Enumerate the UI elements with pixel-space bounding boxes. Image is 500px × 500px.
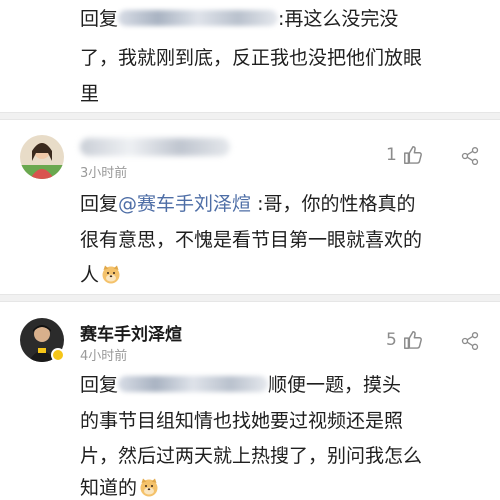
doge-emoji-icon — [102, 265, 120, 284]
comment-divider — [0, 112, 500, 120]
comment-3-line-2: 的事节目组知情也找她要过视频还是照 — [80, 410, 404, 432]
comment-2-line-3: 人 — [80, 262, 121, 288]
reply-text: 顺便一题，摸头 — [268, 374, 402, 396]
doge-emoji-icon — [140, 478, 158, 497]
reply-prefix: 回复 — [80, 8, 119, 30]
comment-divider — [0, 294, 500, 302]
reply-text: :再这么没完没 — [278, 8, 399, 30]
reply-prefix: 回复 — [80, 374, 119, 396]
comment-time: 4小时前 — [80, 349, 128, 364]
redacted-username — [118, 10, 279, 26]
redacted-username[interactable] — [80, 138, 230, 156]
thumbs-up-icon[interactable] — [402, 329, 424, 351]
comment-time: 3小时前 — [80, 166, 128, 181]
comment-3-line-4: 知道的 — [80, 475, 159, 500]
share-icon[interactable] — [460, 146, 480, 166]
comment-3-line-4-text: 知道的 — [80, 477, 138, 499]
comment-2-line-2: 很有意思，不愧是看节目第一眼就喜欢的 — [80, 229, 423, 251]
comment-username[interactable]: 赛车手刘泽煊 — [80, 320, 182, 345]
comment-3-line-1: 回复 顺便一题，摸头 — [80, 372, 401, 398]
thumbs-up-icon[interactable] — [402, 144, 424, 166]
comment-1-line-1: 回复 :再这么没完没 — [80, 6, 398, 32]
avatar[interactable] — [20, 135, 64, 179]
share-icon[interactable] — [460, 331, 480, 351]
comment-3-line-3: 片，然后过两天就上热搜了，别问我怎么 — [80, 445, 423, 467]
comment-1-line-2: 了，我就刚到底，反正我也没把他们放眼 — [80, 47, 423, 69]
redacted-username — [118, 376, 269, 392]
reply-text: :哥，你的性格真的 — [251, 193, 416, 215]
comment-2-line-3-text: 人 — [80, 264, 100, 286]
reply-prefix: 回复 — [80, 193, 119, 215]
like-count: 5 — [386, 330, 397, 350]
mention-link[interactable]: @赛车手刘泽煊 — [118, 193, 251, 215]
comment-2-line-1: 回复@赛车手刘泽煊 :哥，你的性格真的 — [80, 191, 415, 217]
comment-1-line-3: 里 — [80, 83, 100, 105]
verified-badge — [51, 348, 65, 362]
like-count: 1 — [386, 145, 397, 165]
